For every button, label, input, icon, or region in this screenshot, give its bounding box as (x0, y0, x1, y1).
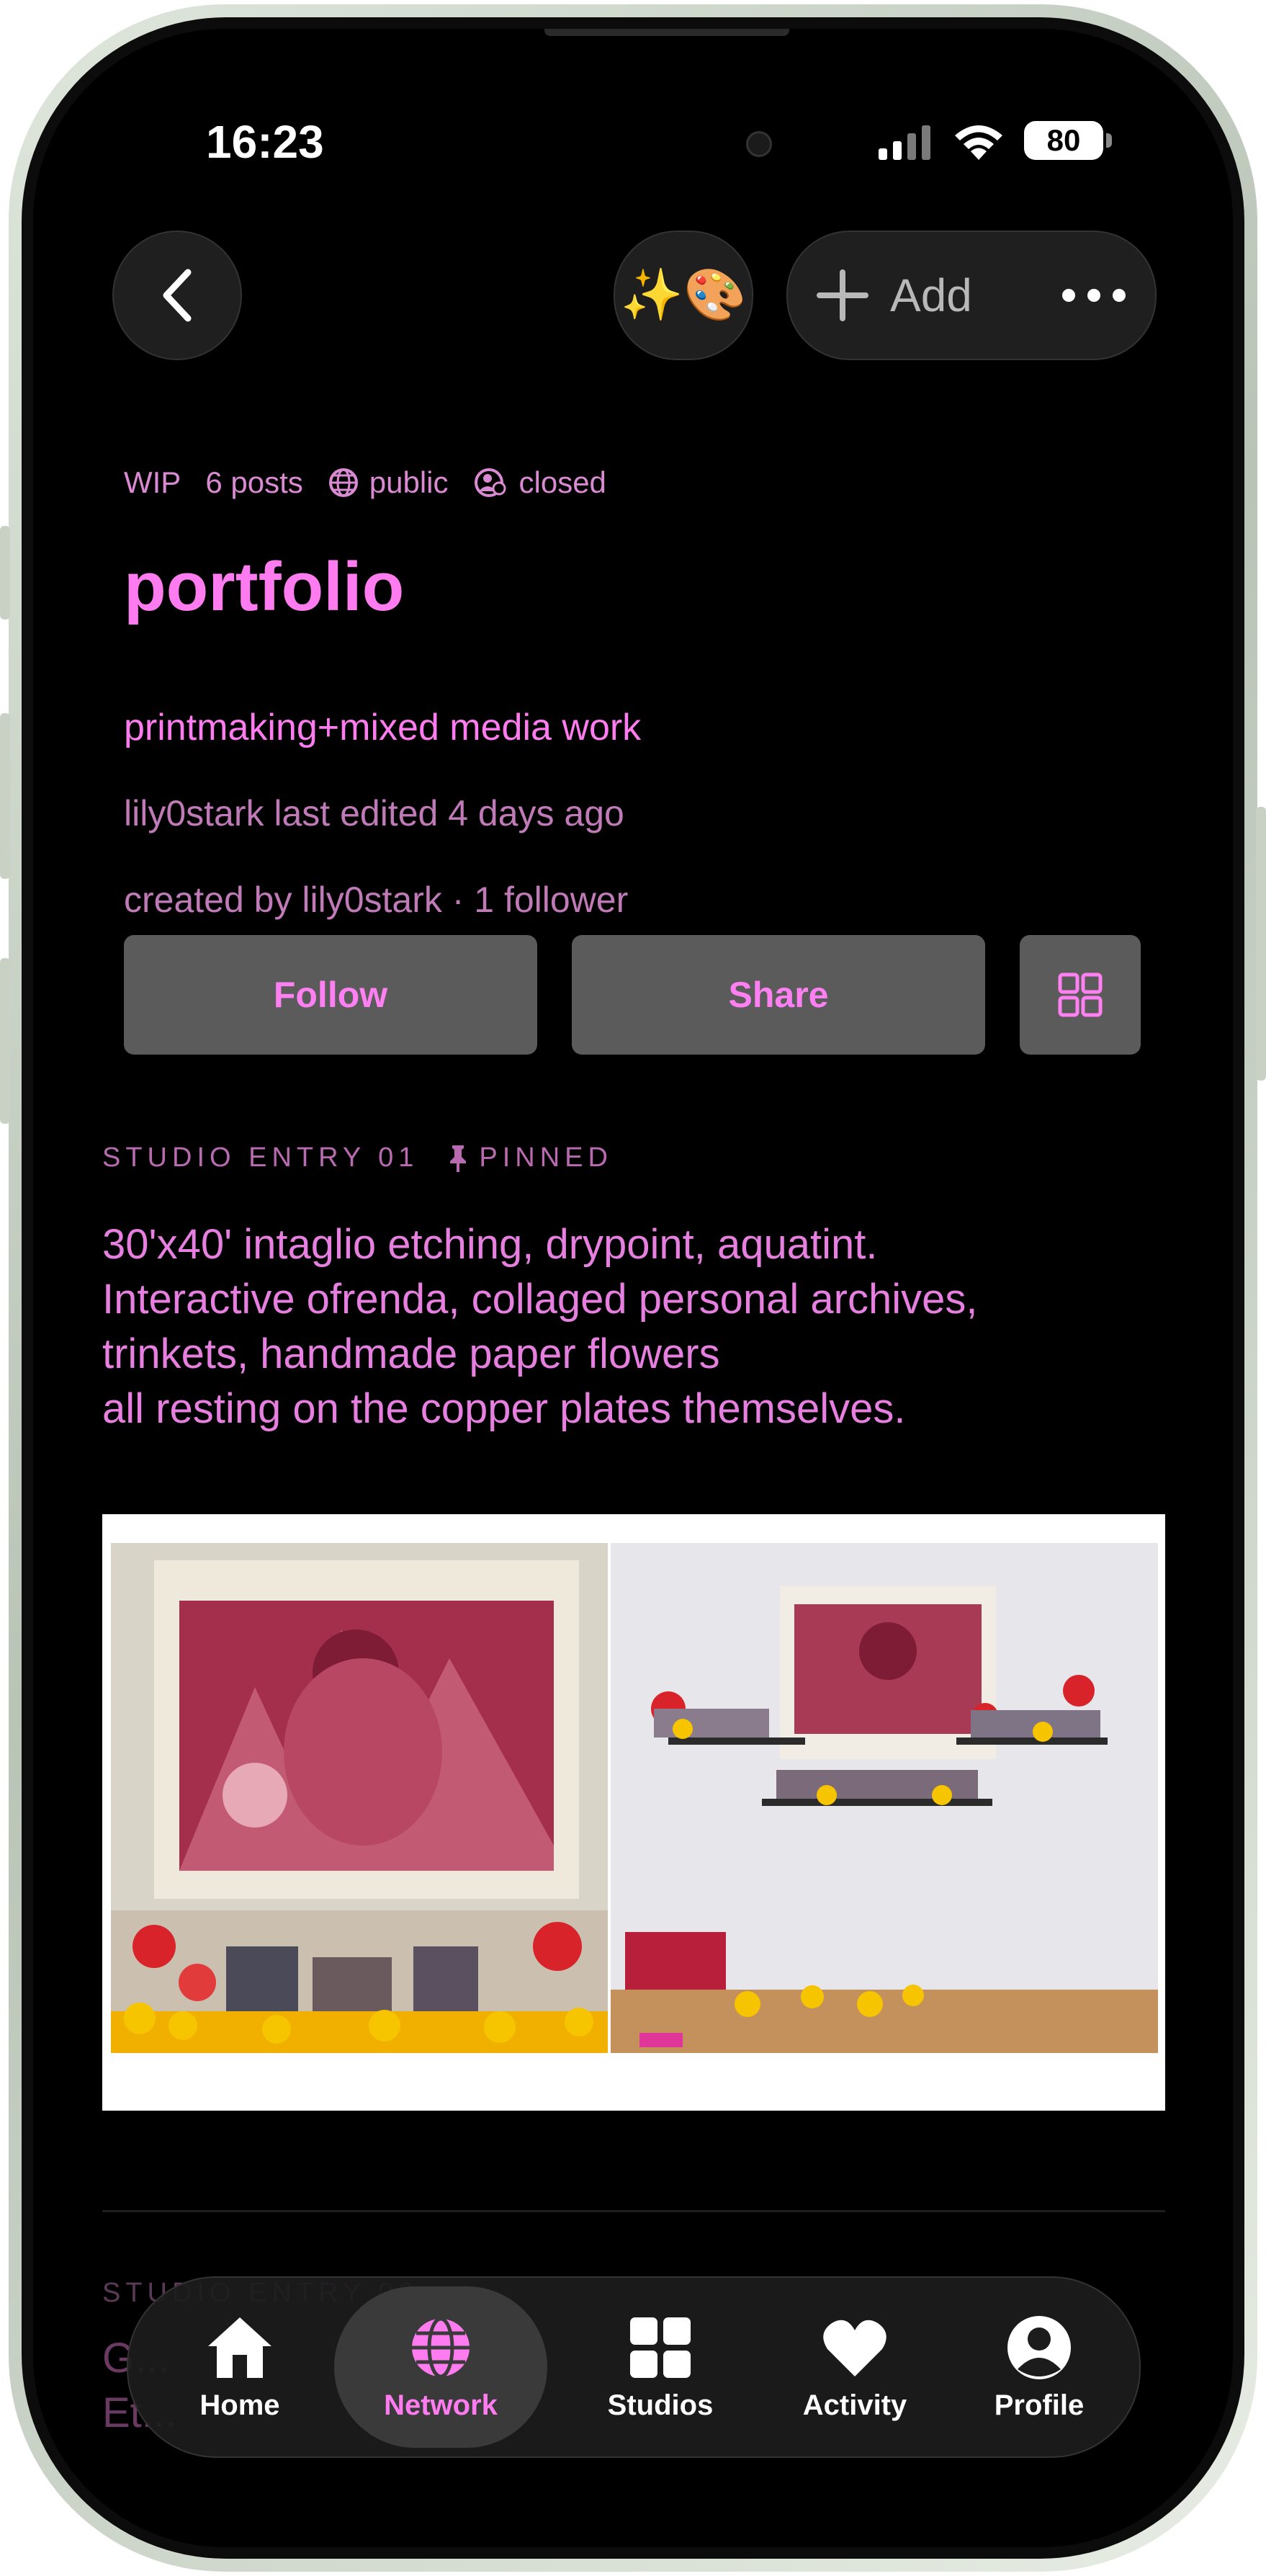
add-menu-pill: Add (786, 231, 1157, 360)
channel-state: closed (473, 465, 606, 500)
visibility-label: public (369, 465, 449, 499)
pinned-label: PINNED (479, 1142, 613, 1173)
installation-photo-right (611, 1543, 1158, 2053)
tab-label: Network (384, 2389, 498, 2421)
heart-icon (823, 2320, 886, 2376)
entry-number: STUDIO ENTRY 01 (102, 1142, 419, 1173)
back-button[interactable] (112, 231, 242, 360)
created-by: created by lily0stark · 1 follower (124, 880, 629, 920)
globe-icon (328, 468, 358, 497)
person-icon (1007, 2315, 1071, 2379)
entry-divider (102, 2210, 1165, 2212)
tab-home[interactable]: Home (143, 2286, 337, 2448)
entry-line: 30'x40' intaglio etching, drypoint, aqua… (102, 1221, 878, 1268)
entry-label: STUDIO ENTRY 01 PINNED (102, 1142, 613, 1173)
tab-activity[interactable]: Activity (758, 2286, 952, 2448)
post-count: 6 posts (205, 465, 303, 499)
visibility: public (328, 465, 449, 500)
channel-description: printmaking+mixed media work (124, 707, 642, 748)
pin-icon (450, 1145, 467, 1172)
battery-level: 80 (1024, 121, 1103, 160)
tab-label: Activity (802, 2389, 907, 2421)
grid-icon (630, 2317, 691, 2378)
follow-button[interactable]: Follow (124, 935, 537, 1055)
collaborators-icon (474, 468, 506, 497)
channel-meta: WIP 6 posts public closed (124, 461, 631, 504)
entry-image[interactable] (102, 1514, 1165, 2111)
tab-network[interactable]: Network (334, 2286, 547, 2448)
side-button (0, 526, 10, 620)
more-options-button[interactable] (1047, 232, 1141, 359)
last-edited: lily0stark last edited 4 days ago (124, 793, 624, 833)
volume-up-button (0, 713, 10, 879)
share-button[interactable]: Share (572, 935, 985, 1055)
wip-badge: WIP (124, 465, 181, 499)
speaker (544, 29, 789, 36)
add-button[interactable]: Add (815, 232, 972, 359)
tab-bar: Home Network Studios Activity Profile (127, 2276, 1141, 2458)
entry-body: 30'x40' intaglio etching, drypoint, aqua… (102, 1217, 1182, 1436)
grid-icon (1058, 972, 1103, 1017)
globe-icon (412, 2317, 470, 2378)
entry-line: Interactive ofrenda, collaged personal a… (102, 1276, 978, 1323)
wifi-icon (955, 125, 1002, 160)
entry-line: all resting on the copper plates themsel… (102, 1385, 906, 1432)
status-time: 16:23 (206, 116, 324, 168)
tab-label: Profile (994, 2389, 1085, 2421)
chevron-left-icon (163, 269, 192, 322)
screen: 16:23 80 ✨🎨 Add WIP 6 posts public close… (33, 29, 1233, 2547)
grid-view-button[interactable] (1020, 935, 1141, 1055)
battery-cap (1106, 133, 1112, 148)
camera-dot (746, 131, 772, 157)
state-label: closed (518, 465, 606, 499)
home-icon (208, 2317, 271, 2378)
signal-icon (879, 125, 930, 160)
channel-title: portfolio (124, 548, 405, 625)
tab-label: Home (199, 2389, 280, 2421)
tab-profile[interactable]: Profile (942, 2286, 1136, 2448)
volume-down-button (0, 958, 10, 1124)
tab-label: Studios (607, 2389, 714, 2421)
etching-photo-left (111, 1543, 608, 2053)
emoji-button[interactable]: ✨🎨 (614, 231, 753, 360)
tab-studios[interactable]: Studios (563, 2286, 758, 2448)
ellipsis-icon (1062, 289, 1126, 302)
plus-icon (817, 269, 868, 321)
add-button-label: Add (890, 269, 972, 321)
power-button (1256, 807, 1266, 1081)
status-bar: 16:23 80 (33, 115, 1233, 173)
entry-line: trinkets, handmade paper flowers (102, 1331, 720, 1377)
